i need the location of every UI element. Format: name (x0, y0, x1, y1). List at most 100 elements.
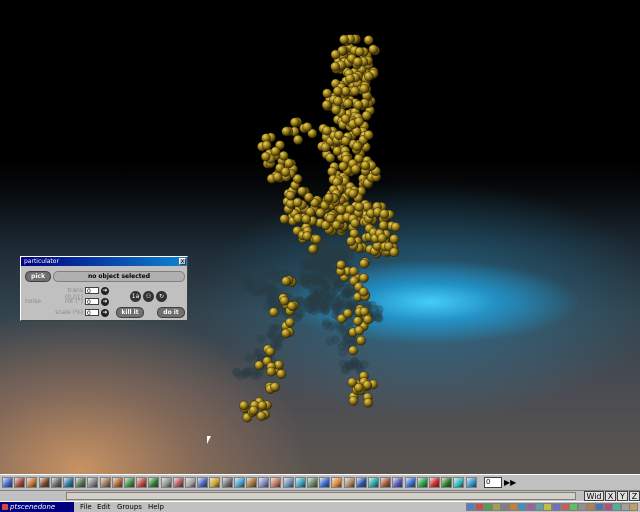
mouse-cursor-icon (207, 436, 211, 444)
toolbar-tool-icon[interactable] (172, 477, 184, 488)
menu-file[interactable]: File (80, 502, 92, 512)
particle-sphere (254, 360, 265, 371)
particle-sphere (278, 150, 289, 161)
toolbar-tool-icon[interactable] (380, 477, 392, 488)
toolbar-tool-icon[interactable] (197, 477, 209, 488)
particle-shadow (306, 294, 316, 304)
toolbar-tool-icon[interactable] (258, 477, 270, 488)
particle-shadow (260, 271, 270, 281)
toolbar-tool-icon[interactable] (124, 477, 135, 488)
particle-sphere (276, 369, 287, 379)
x-axis-button[interactable]: X (605, 491, 616, 501)
refresh-icon[interactable]: ↻ (156, 291, 167, 302)
particle-sphere (379, 209, 390, 219)
particle-sphere (343, 308, 353, 319)
particle-shadow (299, 262, 309, 272)
particle-sphere (239, 400, 249, 411)
trans-field[interactable]: 0 (85, 287, 99, 295)
toolbar-tool-icon[interactable] (270, 477, 282, 488)
3d-viewport[interactable] (0, 0, 640, 474)
toolbar-tool-icon[interactable] (319, 477, 331, 488)
scale-arrow-icon[interactable]: ➜ (101, 309, 109, 317)
do-it-button[interactable]: do it (157, 307, 185, 318)
toolbar-tool-icon[interactable] (355, 477, 367, 488)
toolbar-tool-icon[interactable] (87, 477, 99, 488)
kill-it-button[interactable]: kill it (116, 307, 144, 318)
close-icon[interactable]: x (179, 258, 186, 265)
particle-sphere (348, 396, 359, 406)
toolbar-tool-icon[interactable] (294, 477, 306, 488)
toolbar-tool-icon[interactable] (26, 477, 38, 488)
toolbar-tool-icon[interactable] (99, 477, 111, 488)
toolbar-tool-icon[interactable] (343, 477, 355, 488)
toolbar-tool-icon[interactable] (14, 477, 26, 488)
taskbar-app-icon[interactable] (629, 503, 639, 511)
particle-shadow (300, 277, 310, 287)
toolbar-tool-icon[interactable] (429, 477, 440, 488)
particle-sphere (261, 140, 272, 151)
toolbar-tool-icon[interactable] (209, 477, 221, 488)
particle-sphere (352, 141, 363, 152)
particle-shadow (250, 278, 260, 288)
toolbar-tool-icon[interactable] (453, 477, 465, 488)
menu-help[interactable]: Help (148, 502, 164, 512)
wid-button[interactable]: Wid (584, 491, 604, 501)
particle-sphere (336, 260, 346, 270)
toolbar-tool-icon[interactable] (160, 477, 172, 488)
toolbar-tool-icon[interactable] (282, 477, 294, 488)
toolbar-tool-icon[interactable] (2, 477, 13, 488)
menu-edit[interactable]: Edit (97, 502, 111, 512)
particle-sphere (266, 366, 276, 377)
toolbar-tool-icon[interactable] (404, 477, 416, 488)
fast-forward-icon[interactable]: ▶▶ (504, 477, 516, 488)
trans-arrow-icon[interactable]: ➜ (101, 287, 109, 295)
toolbar-tool-icon[interactable] (416, 477, 428, 488)
toolbar-tool-icon[interactable] (75, 477, 87, 488)
rot-arrow-icon[interactable]: ➜ (101, 298, 109, 306)
menu-groups[interactable]: Groups (117, 502, 142, 512)
particle-sphere (270, 146, 281, 157)
rot-field[interactable]: 0 (85, 298, 99, 306)
toolbar-tool-icon[interactable] (136, 477, 148, 488)
particle-sphere (363, 35, 374, 45)
particle-sphere (348, 188, 359, 199)
toolbar-tool-icon[interactable] (441, 477, 453, 488)
particle-sphere (331, 220, 342, 230)
particle-sphere (377, 233, 387, 244)
toolbar-tool-icon[interactable] (148, 477, 160, 488)
particle-shadow (241, 369, 251, 379)
frame-field[interactable]: 0 (484, 477, 502, 488)
toolbar-tool-icon[interactable] (246, 477, 257, 488)
toolbar-tool-icon[interactable] (63, 477, 74, 488)
particle-shadow (345, 361, 355, 371)
toolbar-tool-icon[interactable] (38, 477, 50, 488)
app-title: ptscenedone (0, 502, 74, 512)
particle-sphere (352, 57, 363, 67)
particle-sphere (301, 214, 312, 225)
menu-bar: ptscenedone File Edit Groups Help (0, 501, 640, 512)
toolbar-tool-icon[interactable] (465, 477, 477, 488)
toolbar-tool-icon[interactable] (111, 477, 123, 488)
toolbar-tool-icon[interactable] (50, 477, 62, 488)
axis-icon[interactable]: 1a (130, 291, 141, 302)
pick-button[interactable]: pick (25, 271, 51, 282)
toolbar-tool-icon[interactable] (233, 477, 245, 488)
toolbar-tool-icon[interactable] (221, 477, 233, 488)
particle-shadow (245, 353, 255, 363)
particle-sphere (279, 296, 290, 306)
toolbar-tool-icon[interactable] (185, 477, 196, 488)
particle-sphere (279, 214, 290, 224)
particle-sphere (359, 258, 369, 269)
particle-shadow (331, 335, 341, 345)
z-axis-button[interactable]: Z (629, 491, 640, 501)
toolbar-tool-icon[interactable] (368, 477, 379, 488)
toolbar-tool-icon[interactable] (331, 477, 343, 488)
status-field (66, 492, 576, 500)
particle-sphere (353, 100, 364, 110)
dialog-title: particulator x (21, 257, 187, 266)
y-axis-button[interactable]: Y (617, 491, 628, 501)
scale-field[interactable]: 0 (85, 309, 99, 317)
link-icon[interactable]: ⚇ (143, 291, 154, 302)
toolbar-tool-icon[interactable] (392, 477, 404, 488)
toolbar-tool-icon[interactable] (307, 477, 318, 488)
